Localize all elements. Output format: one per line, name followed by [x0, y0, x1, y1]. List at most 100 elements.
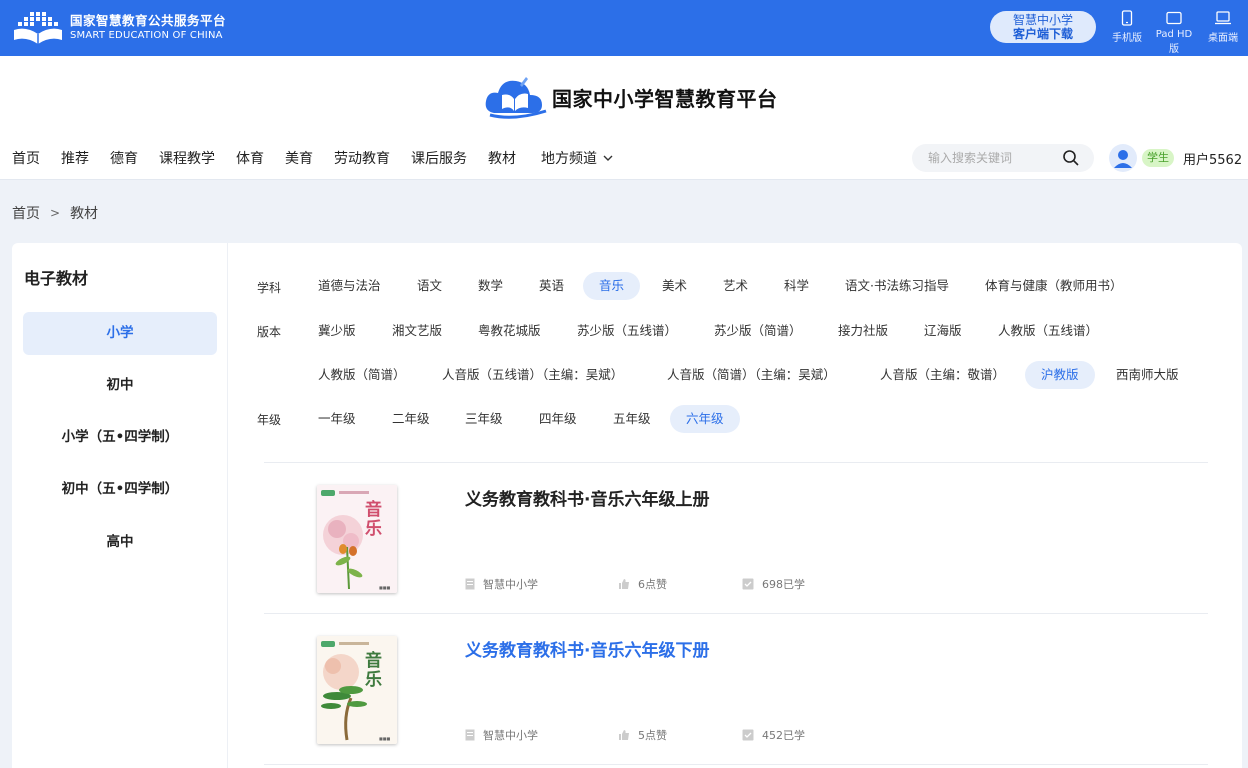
sidebar-item-junior[interactable]: 初中: [23, 364, 217, 407]
nav-item-labor[interactable]: 劳动教育: [334, 148, 390, 168]
grade-chip[interactable]: 三年级: [449, 405, 519, 433]
likes-text: 5点赞: [638, 729, 667, 742]
grade-chip[interactable]: 二年级: [376, 405, 446, 433]
grade-chip[interactable]: 一年级: [302, 405, 372, 433]
nav-item-home[interactable]: 首页: [12, 148, 40, 168]
book-likes: 5点赞: [618, 727, 667, 743]
username[interactable]: 用户5562: [1183, 149, 1242, 168]
top-bar: 国家智慧教育公共服务平台 SMART EDUCATION OF CHINA 智慧…: [0, 0, 1248, 56]
subject-chip[interactable]: 语文·书法练习指导: [829, 272, 965, 300]
edition-chip[interactable]: 苏少版（五线谱）: [561, 317, 693, 345]
edition-chip[interactable]: 人教版（简谱）: [302, 361, 422, 389]
site-logo[interactable]: 国家中小学智慧教育平台: [484, 75, 778, 119]
site-title: 国家中小学智慧教育平台: [552, 86, 778, 111]
learned-icon: [742, 729, 754, 741]
cover-title: 音乐: [365, 500, 382, 539]
subject-chip[interactable]: 体育与健康（教师用书）: [969, 272, 1139, 300]
nav-item-after-school[interactable]: 课后服务: [411, 148, 467, 168]
edition-chip[interactable]: 人音版（五线谱）（主编：吴斌）: [426, 361, 639, 389]
divider: [264, 764, 1208, 765]
brand-name-en: SMART EDUCATION OF CHINA: [70, 30, 223, 41]
device-pad[interactable]: Pad HD版: [1151, 10, 1197, 55]
subject-chip[interactable]: 英语: [523, 272, 580, 300]
book-learners: 452已学: [742, 727, 805, 743]
subject-chip[interactable]: 科学: [768, 272, 825, 300]
device-phone-label: 手机版: [1112, 33, 1142, 44]
book-learners: 698已学: [742, 576, 805, 592]
avatar[interactable]: [1109, 144, 1137, 172]
learners-text: 698已学: [762, 578, 805, 591]
edition-chip[interactable]: 冀少版: [302, 317, 372, 345]
phone-icon: [1121, 10, 1133, 26]
search-icon[interactable]: [1062, 149, 1080, 167]
publisher-text: 智慧中小学: [483, 729, 538, 742]
breadcrumb: 首页 > 教材: [12, 203, 98, 223]
subject-label: 学科: [257, 281, 282, 295]
learned-icon: [742, 578, 754, 590]
edition-label: 版本: [257, 325, 282, 339]
nav-item-arts[interactable]: 美育: [285, 148, 313, 168]
nav-item-recommend[interactable]: 推荐: [61, 148, 89, 168]
chevron-down-icon: [603, 155, 613, 161]
nav-item-sports[interactable]: 体育: [236, 148, 264, 168]
grade-chip[interactable]: 四年级: [523, 405, 593, 433]
learners-text: 452已学: [762, 729, 805, 742]
edition-chip-active[interactable]: 沪教版: [1025, 361, 1095, 389]
document-icon: [465, 729, 475, 741]
client-download-button[interactable]: 智慧中小学 客户端下载: [990, 11, 1096, 43]
sidebar-item-senior[interactable]: 高中: [23, 521, 217, 564]
sidebar-title: 电子教材: [24, 269, 89, 288]
device-desktop-label: 桌面端: [1208, 33, 1238, 44]
subject-chip[interactable]: 数学: [462, 272, 519, 300]
site-header: 国家中小学智慧教育平台 首页 推荐 德育 课程教学 体育 美育 劳动教育 课后服…: [0, 56, 1248, 180]
role-badge: 学生: [1142, 149, 1174, 167]
book-likes: 6点赞: [618, 576, 667, 592]
tablet-icon: [1166, 11, 1182, 25]
nav-item-textbooks[interactable]: 教材: [488, 148, 516, 168]
search-input[interactable]: [928, 149, 1058, 167]
device-phone[interactable]: 手机版: [1104, 10, 1150, 44]
main-nav: 首页 推荐 德育 课程教学 体育 美育 劳动教育 课后服务 教材 地方频道: [12, 148, 634, 168]
nav-item-moral[interactable]: 德育: [110, 148, 138, 168]
nav-item-local-label: 地方频道: [541, 151, 597, 167]
breadcrumb-separator: >: [50, 206, 61, 220]
edition-chip[interactable]: 人音版（简谱）（主编：吴斌）: [651, 361, 852, 389]
subject-chip[interactable]: 语文: [401, 272, 458, 300]
device-pad-label: Pad HD版: [1155, 29, 1193, 55]
thumbs-up-icon: [619, 579, 629, 589]
grade-chip-active[interactable]: 六年级: [670, 405, 740, 433]
book-cover[interactable]: ■■■ 音乐: [317, 636, 397, 744]
book-cover[interactable]: ■■■ 音乐: [317, 485, 397, 593]
brand[interactable]: 国家智慧教育公共服务平台 SMART EDUCATION OF CHINA: [12, 8, 226, 48]
book-item[interactable]: ■■■ 音乐 义务教育教科书·音乐六年级下册 智慧中小学 5点赞 452已学: [264, 614, 1208, 764]
content-card: 电子教材 小学 初中 小学（五•四学制） 初中（五•四学制） 高中 学科 道德与…: [12, 243, 1242, 768]
download-line1: 智慧中小学: [1012, 13, 1073, 27]
edition-chip[interactable]: 辽海版: [908, 317, 978, 345]
device-desktop[interactable]: 桌面端: [1200, 10, 1246, 44]
edition-chip[interactable]: 西南师大版: [1100, 361, 1195, 389]
sidebar-item-primary[interactable]: 小学: [23, 312, 217, 355]
search-box: [912, 144, 1094, 172]
cloud-book-logo-icon: [485, 77, 547, 119]
nav-item-courses[interactable]: 课程教学: [159, 148, 215, 168]
sidebar-item-junior-54[interactable]: 初中（五•四学制）: [23, 468, 217, 511]
book-item[interactable]: ■■■ 音乐 义务教育教科书·音乐六年级上册 智慧中小学 6点赞 698已学: [264, 463, 1208, 613]
breadcrumb-home[interactable]: 首页: [12, 203, 40, 223]
edition-chip[interactable]: 人音版（主编：敬谱）: [864, 361, 1021, 389]
subject-chip[interactable]: 艺术: [707, 272, 764, 300]
book-publisher: 智慧中小学: [465, 576, 538, 592]
nav-item-local-channel[interactable]: 地方频道: [541, 148, 613, 168]
edition-chip[interactable]: 湘文艺版: [376, 317, 458, 345]
subject-chip[interactable]: 美术: [646, 272, 703, 300]
book-title[interactable]: 义务教育教科书·音乐六年级上册: [465, 485, 709, 510]
subject-chip[interactable]: 道德与法治: [302, 272, 397, 300]
book-title[interactable]: 义务教育教科书·音乐六年级下册: [465, 636, 709, 661]
subject-chip-active[interactable]: 音乐: [583, 272, 641, 300]
edition-chip[interactable]: 接力社版: [822, 317, 904, 345]
edition-chip[interactable]: 粤教花城版: [462, 317, 557, 345]
edition-chip[interactable]: 人教版（五线谱）: [982, 317, 1114, 345]
edition-chip[interactable]: 苏少版（简谱）: [698, 317, 818, 345]
sidebar-item-primary-54[interactable]: 小学（五•四学制）: [23, 416, 217, 459]
grade-chip[interactable]: 五年级: [597, 405, 667, 433]
cover-title: 音乐: [365, 651, 382, 690]
